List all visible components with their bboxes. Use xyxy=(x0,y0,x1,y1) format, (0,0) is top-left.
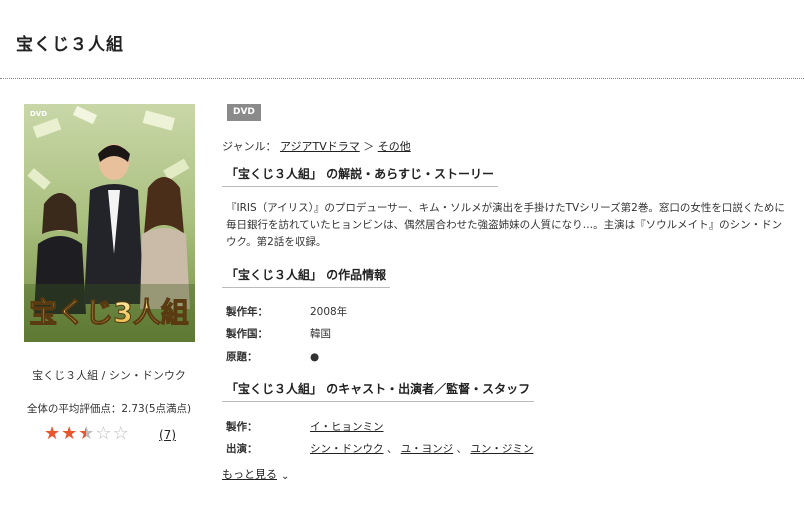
cast-row: 出演： シン・ドンウク 、 ユ・ヨンジ 、 ユン・ジミン xyxy=(226,441,533,456)
producer-label: 製作： xyxy=(226,421,258,433)
story-text: 『IRIS（アイリス）』のプロデューサー、キム・ソルメが演出を手掛けたTVシリー… xyxy=(226,202,785,248)
header-divider xyxy=(0,78,804,79)
star-empty-icon: ☆ xyxy=(112,423,129,444)
genre-breadcrumb: ジャンル： アジアTVドラマ ＞ その他 xyxy=(222,138,411,154)
cover-title-art: 宝くじ3人組 xyxy=(29,296,188,329)
star-full-icon: ★ xyxy=(44,423,61,444)
page-title: 宝くじ３人組 xyxy=(16,35,124,55)
info-value: 2008年 xyxy=(310,306,348,318)
star-empty-icon: ☆ xyxy=(95,423,112,444)
cast-link[interactable]: ユン・ジミン xyxy=(470,443,533,455)
cast-separator: 、 xyxy=(386,443,398,455)
producer-link[interactable]: イ・ヒョンミン xyxy=(310,421,384,433)
cast-label: 出演： xyxy=(226,443,258,455)
genre-link-asia-tv-drama[interactable]: アジアTVドラマ xyxy=(280,140,360,153)
cast-link[interactable]: シン・ドンウク xyxy=(310,443,384,455)
format-badge: DVD xyxy=(227,104,261,121)
chevron-down-icon: ⌄ xyxy=(281,471,290,482)
cover-image[interactable]: 宝くじ3人組 DVD xyxy=(24,104,195,342)
info-label: 製作年： xyxy=(226,306,268,318)
info-row-year: 製作年： 2008年 xyxy=(226,304,347,319)
cast-link[interactable]: ユ・ヨンジ xyxy=(401,443,454,455)
star-half-icon: ★ xyxy=(78,423,95,444)
info-label: 製作国： xyxy=(226,328,268,340)
review-count-link[interactable]: (7) xyxy=(159,428,176,442)
info-row-original-title: 原題： ● xyxy=(226,349,319,364)
cover-caption: 宝くじ３人組 / シン・ドンウク xyxy=(32,369,186,382)
breadcrumb-separator: ＞ xyxy=(363,140,375,153)
show-more-button[interactable]: もっと見る ⌄ xyxy=(222,466,289,482)
info-value: ● xyxy=(310,351,320,363)
show-more-label: もっと見る xyxy=(222,468,277,481)
story-heading: 「宝くじ３人組」 の解説・あらすじ・ストーリー xyxy=(222,165,498,187)
cast-separator: 、 xyxy=(456,443,468,455)
rating-stars: ★ ★ ★ ☆ ☆ xyxy=(44,424,129,444)
genre-link-other[interactable]: その他 xyxy=(378,140,411,153)
info-row-country: 製作国： 韓国 xyxy=(226,326,331,341)
average-rating-text: 全体の平均評価点：2.73(5点満点) xyxy=(26,403,192,415)
cover-dvd-label: DVD xyxy=(30,110,47,118)
star-full-icon: ★ xyxy=(61,423,78,444)
genre-label: ジャンル： xyxy=(222,140,277,153)
info-value: 韓国 xyxy=(310,328,331,340)
producer-row: 製作： イ・ヒョンミン xyxy=(226,419,384,434)
cast-heading: 「宝くじ３人組」 のキャスト・出演者／監督・スタッフ xyxy=(222,380,535,402)
info-label: 原題： xyxy=(226,351,258,363)
info-heading: 「宝くじ３人組」 の作品情報 xyxy=(222,266,391,288)
